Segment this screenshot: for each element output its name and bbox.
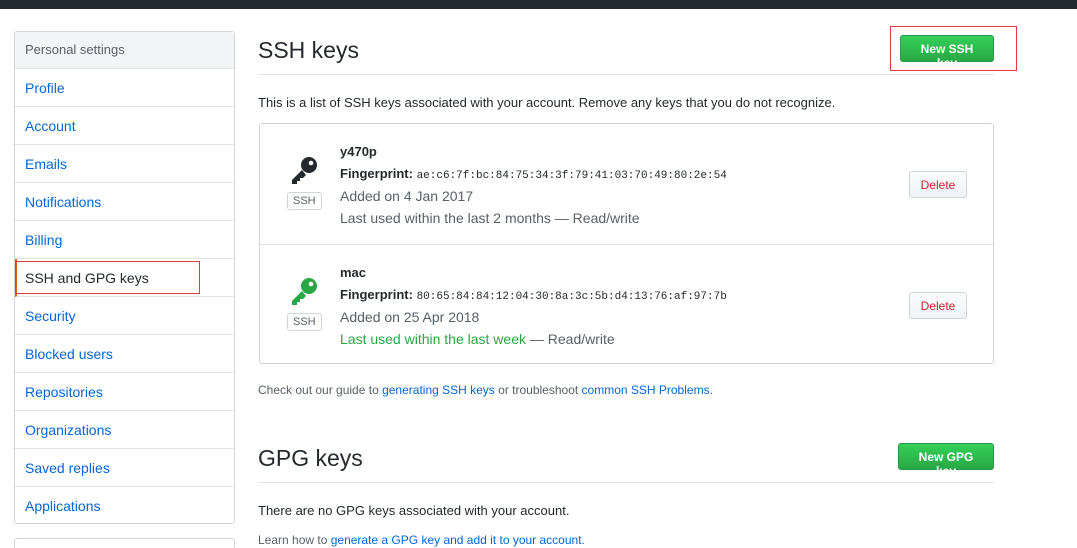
top-navigation-bar: [0, 0, 1077, 9]
key-icon: [288, 275, 320, 312]
ssh-section-header: SSH keys: [258, 30, 994, 75]
sidebar-item-saved-replies[interactable]: Saved replies: [15, 449, 234, 487]
generating-ssh-keys-link[interactable]: generating SSH keys: [382, 383, 495, 397]
ssh-key-last-used: Last used within the last 2 months — Rea…: [340, 210, 640, 226]
learn-suffix: .: [581, 533, 585, 547]
sidebar-item-blocked-users[interactable]: Blocked users: [15, 335, 234, 373]
ssh-key-row: SSH mac Fingerprint: 80:65:84:84:12:04:3…: [260, 244, 993, 364]
sidebar-item-emails[interactable]: Emails: [15, 145, 234, 183]
guide-middle: or troubleshoot: [494, 383, 582, 397]
ssh-key-added-date: Added on 25 Apr 2018: [340, 309, 480, 325]
common-ssh-problems-link[interactable]: common SSH Problems: [582, 383, 710, 397]
sidebar-item-organizations[interactable]: Organizations: [15, 411, 234, 449]
delete-ssh-key-button[interactable]: Delete: [909, 171, 967, 198]
last-used-text: — Read/write: [526, 331, 615, 347]
ssh-key-fingerprint: Fingerprint: 80:65:84:84:12:04:30:8a:3c:…: [340, 287, 727, 303]
ssh-badge: SSH: [287, 313, 322, 331]
sidebar-header: Personal settings: [15, 32, 234, 69]
ssh-section-title: SSH keys: [258, 37, 359, 63]
learn-prefix: Learn how to: [258, 533, 331, 547]
ssh-key-added-date: Added on 4 Jan 2017: [340, 188, 474, 204]
sidebar-item-notifications[interactable]: Notifications: [15, 183, 234, 221]
gpg-empty-text: There are no GPG keys associated with yo…: [258, 503, 570, 518]
last-used-text: Last used within the last 2 months — Rea…: [340, 210, 640, 226]
gpg-section-header: GPG keys: [258, 438, 994, 483]
delete-ssh-key-button[interactable]: Delete: [909, 292, 967, 319]
gpg-section-title: GPG keys: [258, 445, 363, 471]
sidebar-item-ssh-gpg-keys[interactable]: SSH and GPG keys: [15, 259, 234, 297]
sidebar-item-applications[interactable]: Applications: [15, 487, 234, 525]
ssh-badge: SSH: [287, 192, 322, 210]
new-gpg-key-button[interactable]: New GPG key: [898, 443, 994, 478]
fingerprint-value: 80:65:84:84:12:04:30:8a:3c:5b:d4:13:76:a…: [416, 291, 727, 303]
guide-prefix: Check out our guide to: [258, 383, 383, 397]
sidebar-item-repositories[interactable]: Repositories: [15, 373, 234, 411]
sidebar-item-billing[interactable]: Billing: [15, 221, 234, 259]
ssh-key-fingerprint: Fingerprint: ae:c6:7f:bc:84:75:34:3f:79:…: [340, 166, 727, 182]
sidebar-item-account[interactable]: Account: [15, 107, 234, 145]
fingerprint-label: Fingerprint:: [340, 166, 413, 181]
ssh-key-last-used: Last used within the last week — Read/wr…: [340, 331, 615, 347]
secondary-sidebar-panel: [14, 538, 235, 548]
highlight-box: [890, 26, 1017, 71]
sidebar-item-security[interactable]: Security: [15, 297, 234, 335]
highlight-box: [15, 261, 200, 294]
ssh-key-row: SSH y470p Fingerprint: ae:c6:7f:bc:84:75…: [260, 124, 993, 244]
generate-gpg-key-link[interactable]: generate a GPG key and add it to your ac…: [331, 533, 582, 547]
ssh-key-title: y470p: [340, 144, 377, 159]
ssh-description: This is a list of SSH keys associated wi…: [258, 95, 836, 110]
fingerprint-value: ae:c6:7f:bc:84:75:34:3f:79:41:03:70:49:8…: [416, 170, 727, 182]
guide-suffix: .: [709, 383, 713, 397]
ssh-key-title: mac: [340, 265, 367, 280]
settings-sidebar: Personal settings Profile Account Emails…: [14, 31, 235, 524]
sidebar-item-profile[interactable]: Profile: [15, 69, 234, 107]
gpg-learn-text: Learn how to generate a GPG key and add …: [258, 533, 585, 547]
last-used-recent: Last used within the last week: [340, 331, 526, 347]
fingerprint-label: Fingerprint:: [340, 287, 413, 302]
key-icon: [288, 154, 320, 191]
ssh-guide-text: Check out our guide to generating SSH ke…: [258, 383, 713, 397]
ssh-keys-list: SSH y470p Fingerprint: ae:c6:7f:bc:84:75…: [259, 123, 994, 364]
